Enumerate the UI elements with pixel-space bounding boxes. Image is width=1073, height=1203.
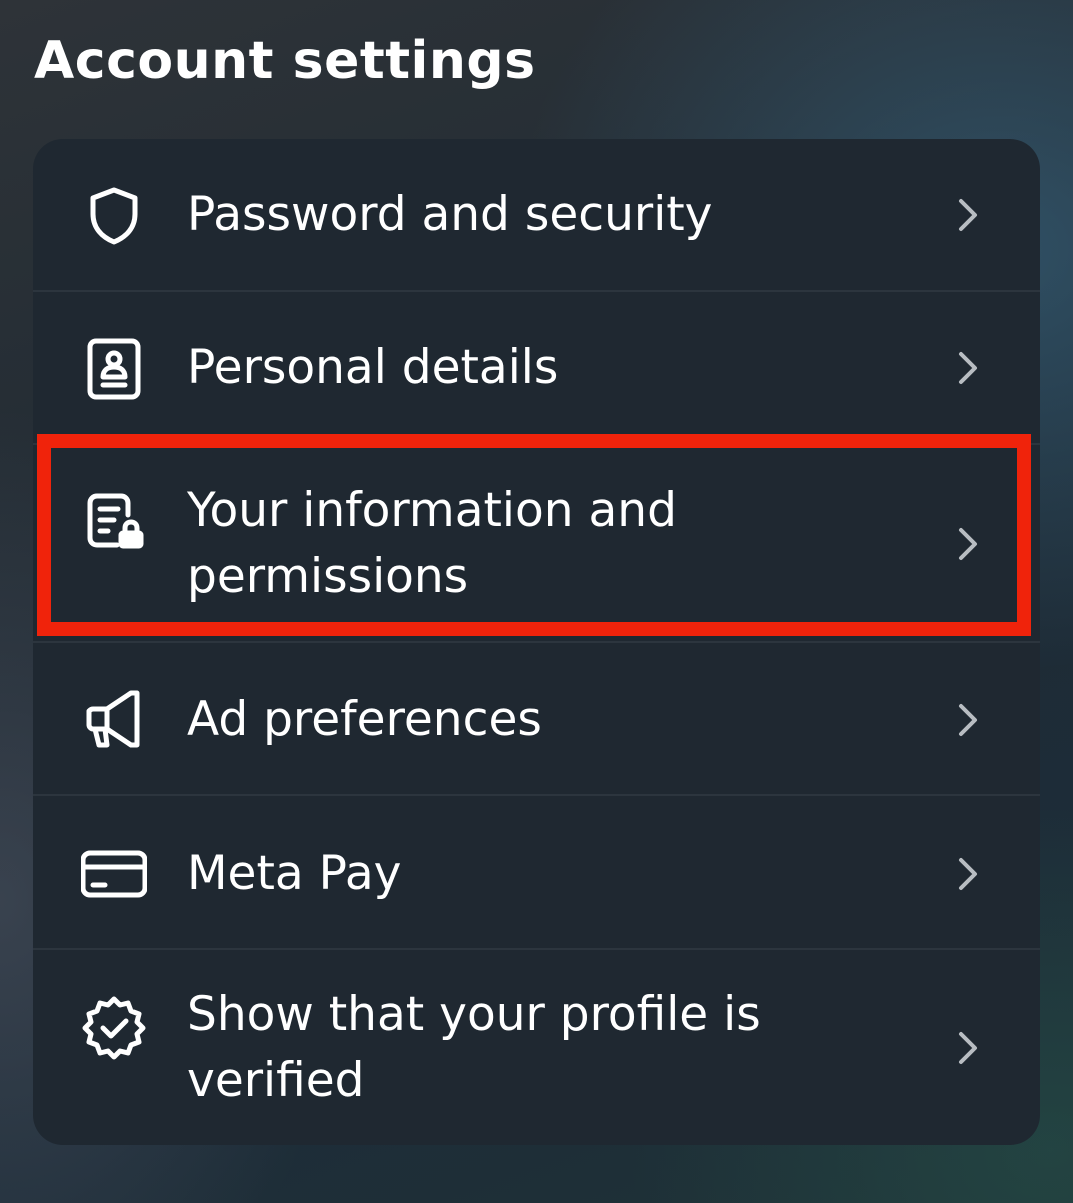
shield-icon <box>81 182 147 248</box>
menu-item-label: Your information and permissions <box>187 483 677 604</box>
menu-item-personal-details[interactable]: Personal details <box>33 292 1040 445</box>
chevron-right-icon <box>951 195 983 235</box>
id-card-icon <box>81 335 147 401</box>
menu-item-show-profile-verified[interactable]: Show that your profile is verified <box>33 950 1040 1145</box>
document-lock-icon <box>81 489 147 555</box>
menu-item-label: Personal details <box>187 340 559 395</box>
menu-item-label: Meta Pay <box>187 846 402 901</box>
menu-item-password-and-security[interactable]: Password and security <box>33 139 1040 292</box>
menu-item-ad-preferences[interactable]: Ad preferences <box>33 643 1040 796</box>
menu-item-label: Ad preferences <box>187 692 542 747</box>
menu-item-meta-pay[interactable]: Meta Pay <box>33 796 1040 950</box>
page-title: Account settings <box>34 31 536 91</box>
chevron-right-icon <box>951 524 983 564</box>
menu-item-label: Password and security <box>187 187 713 242</box>
chevron-right-icon <box>951 700 983 740</box>
verified-badge-icon <box>81 995 147 1061</box>
credit-card-icon <box>81 841 147 907</box>
menu-item-label: Show that your profile is verified <box>187 987 761 1108</box>
menu-item-your-information-and-permissions[interactable]: Your information and permissions <box>33 445 1040 643</box>
chevron-right-icon <box>951 854 983 894</box>
megaphone-icon <box>81 687 147 753</box>
chevron-right-icon <box>951 348 983 388</box>
account-settings-menu: Password and security Personal details Y… <box>33 139 1040 1145</box>
chevron-right-icon <box>951 1028 983 1068</box>
